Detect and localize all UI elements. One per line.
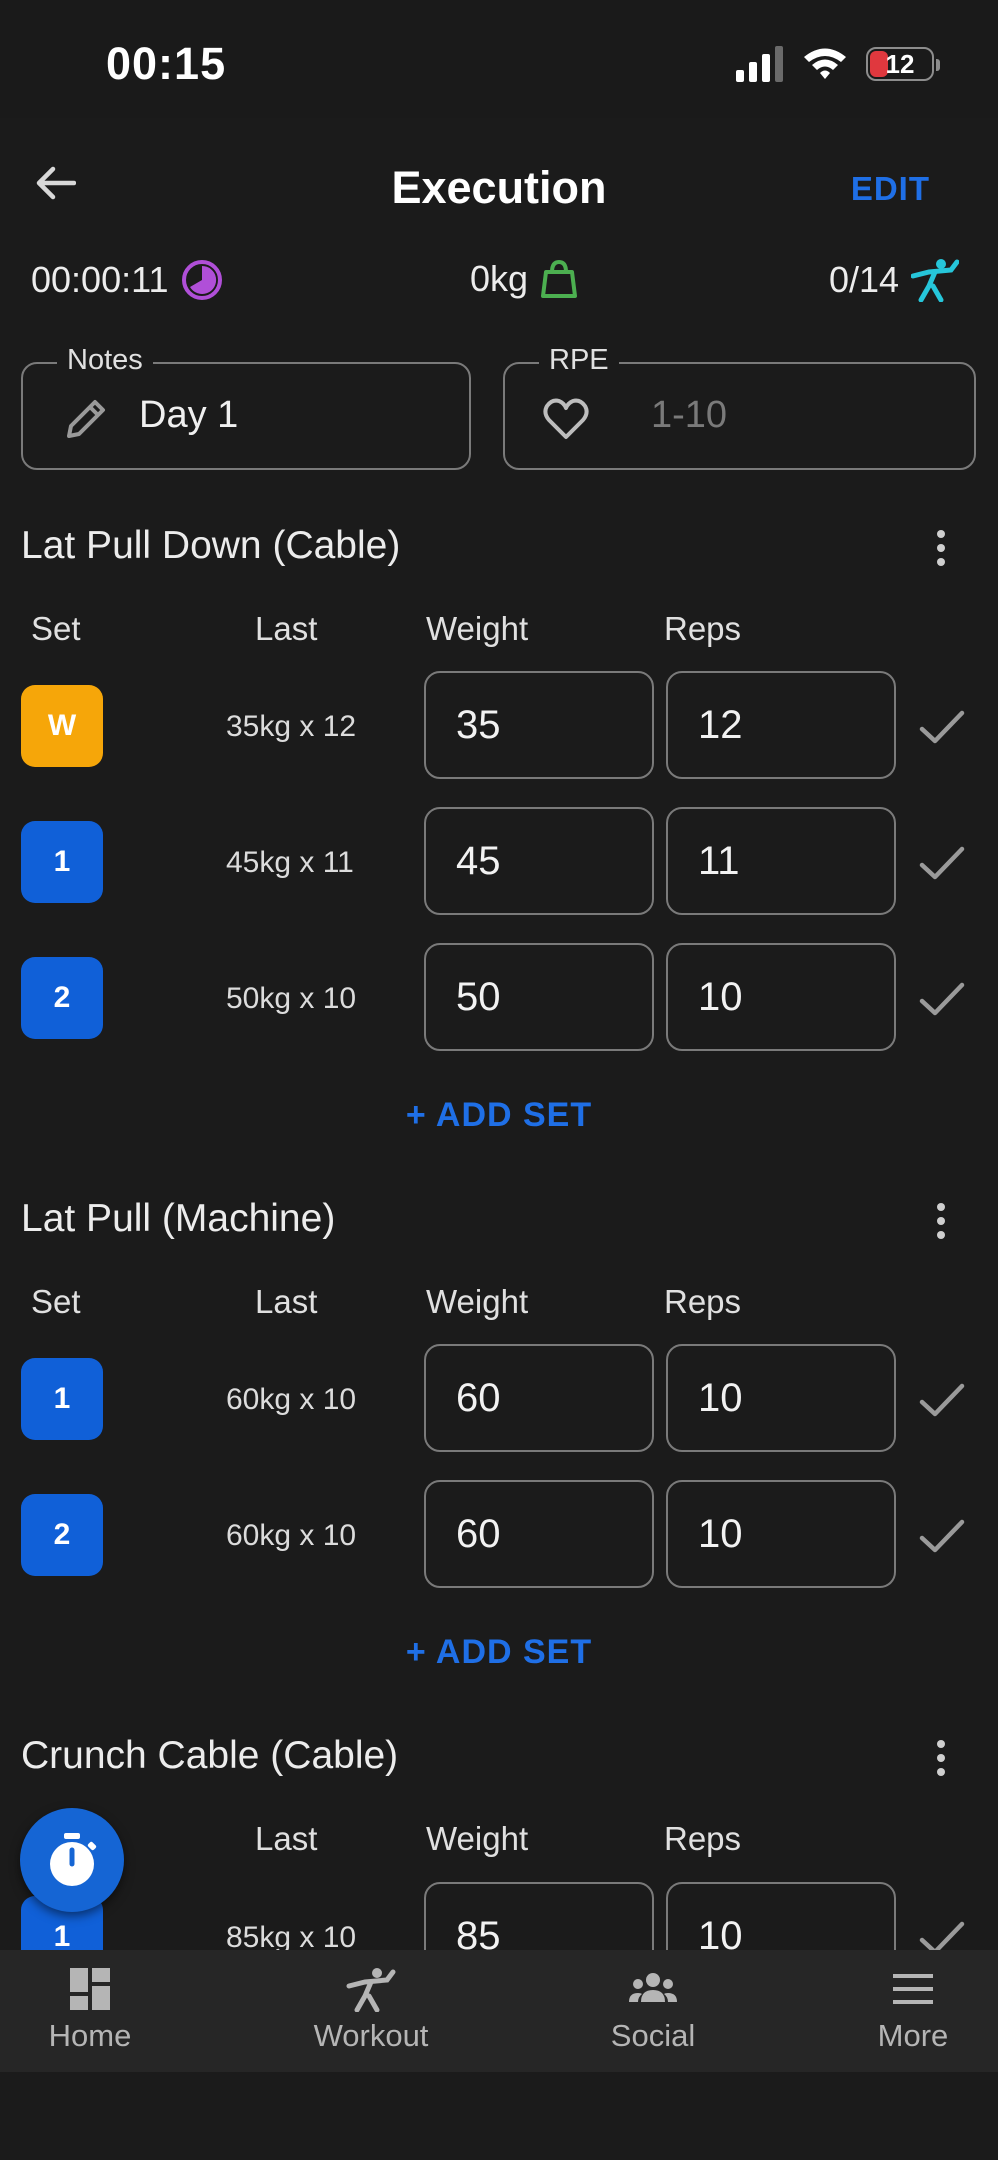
check-icon[interactable]: [916, 837, 968, 889]
check-icon[interactable]: [916, 1510, 968, 1562]
nav-more[interactable]: More: [813, 1966, 998, 2054]
app-header: Execution EDIT: [0, 118, 998, 258]
duration-value: 00:00:11: [31, 259, 169, 300]
people-icon: [629, 1973, 677, 2002]
more-vert-icon[interactable]: [926, 520, 956, 576]
rpe-placeholder: 1-10: [651, 394, 728, 436]
dashboard-icon: [70, 1968, 110, 2010]
system-nav-area: [0, 2072, 998, 2160]
stats-row: 00:00:11 0kg 0/14: [0, 258, 998, 308]
last-value: 45kg x 11: [226, 846, 354, 879]
weight-input[interactable]: 50: [424, 943, 654, 1051]
column-weight: Weight: [426, 610, 529, 647]
stopwatch-icon: [50, 1833, 97, 1886]
weight-input[interactable]: 60: [424, 1344, 654, 1452]
reps-input[interactable]: 11: [666, 807, 896, 915]
notes-value: Day 1: [139, 394, 239, 436]
add-set-button[interactable]: + ADD SET: [0, 1096, 998, 1135]
last-value: 35kg x 12: [226, 710, 357, 743]
rpe-field[interactable]: RPE 1-10: [503, 344, 976, 470]
column-reps: Reps: [664, 1820, 742, 1857]
check-icon[interactable]: [916, 973, 968, 1025]
column-set: Set: [31, 1283, 81, 1320]
set-badge[interactable]: W: [21, 685, 103, 767]
nav-workout[interactable]: Workout: [271, 1966, 471, 2054]
more-vert-icon[interactable]: [926, 1193, 956, 1249]
nav-home-label: Home: [48, 2018, 132, 2053]
workout-icon: [346, 1968, 396, 2012]
last-value: 60kg x 10: [226, 1519, 357, 1552]
menu-icon: [893, 1974, 933, 2004]
column-weight: Weight: [426, 1820, 529, 1857]
nav-social[interactable]: Social: [553, 1966, 753, 2054]
nav-home[interactable]: Home: [0, 1966, 190, 2054]
weight-input[interactable]: 60: [424, 1480, 654, 1588]
volume-value: 0kg: [470, 258, 529, 299]
reps-input[interactable]: 12: [666, 671, 896, 779]
signal-icon: [736, 46, 783, 82]
weight-input[interactable]: 35: [424, 671, 654, 779]
column-last: Last: [255, 1283, 318, 1320]
duration-stat: 00:00:11: [31, 258, 224, 302]
edit-button[interactable]: EDIT: [851, 170, 930, 208]
set-badge[interactable]: 1: [21, 1358, 103, 1440]
weight-icon: [541, 259, 578, 298]
workout-icon: [911, 259, 960, 302]
nav-workout-label: Workout: [313, 2018, 429, 2053]
exercise-title: Lat Pull (Machine): [21, 1197, 336, 1240]
column-reps: Reps: [664, 610, 742, 647]
more-vert-icon[interactable]: [926, 1730, 956, 1786]
sets-stat: 0/14: [829, 258, 960, 302]
notes-field[interactable]: Notes Day 1: [21, 344, 471, 470]
volume-stat: 0kg: [470, 258, 578, 300]
weight-input[interactable]: 45: [424, 807, 654, 915]
column-weight: Weight: [426, 1283, 529, 1320]
column-reps: Reps: [664, 1283, 742, 1320]
set-badge[interactable]: 1: [21, 821, 103, 903]
reps-input[interactable]: 10: [666, 943, 896, 1051]
nav-social-label: Social: [610, 2018, 696, 2053]
rest-timer-button[interactable]: [20, 1808, 124, 1912]
battery-icon: 12: [866, 47, 940, 81]
sets-value: 0/14: [829, 259, 900, 300]
exercise-title: Lat Pull Down (Cable): [21, 524, 401, 567]
column-last: Last: [255, 1820, 318, 1857]
check-icon[interactable]: [916, 701, 968, 753]
status-time: 00:15: [106, 38, 227, 89]
last-value: 60kg x 10: [226, 1383, 357, 1416]
rpe-label: RPE: [539, 344, 619, 377]
column-last: Last: [255, 610, 318, 647]
nav-more-label: More: [877, 2018, 949, 2053]
heart-icon: [543, 398, 589, 439]
page-title: Execution: [391, 162, 607, 213]
notes-label: Notes: [57, 344, 153, 377]
set-badge[interactable]: 2: [21, 1494, 103, 1576]
column-set: Set: [31, 610, 81, 647]
set-badge[interactable]: 2: [21, 957, 103, 1039]
status-icons: 12: [736, 46, 940, 82]
status-bar: 00:15 12: [0, 0, 998, 118]
last-value: 50kg x 10: [226, 982, 357, 1015]
wifi-icon: [804, 48, 846, 79]
timer-icon: [182, 260, 223, 300]
reps-input[interactable]: 10: [666, 1480, 896, 1588]
pencil-icon: [67, 400, 105, 438]
reps-input[interactable]: 10: [666, 1344, 896, 1452]
exercise-title: Crunch Cable (Cable): [21, 1734, 399, 1777]
check-icon[interactable]: [916, 1374, 968, 1426]
bottom-navigation: Home Workout Social More: [0, 1950, 998, 2072]
add-set-button[interactable]: + ADD SET: [0, 1633, 998, 1672]
battery-level: 12: [885, 48, 915, 79]
